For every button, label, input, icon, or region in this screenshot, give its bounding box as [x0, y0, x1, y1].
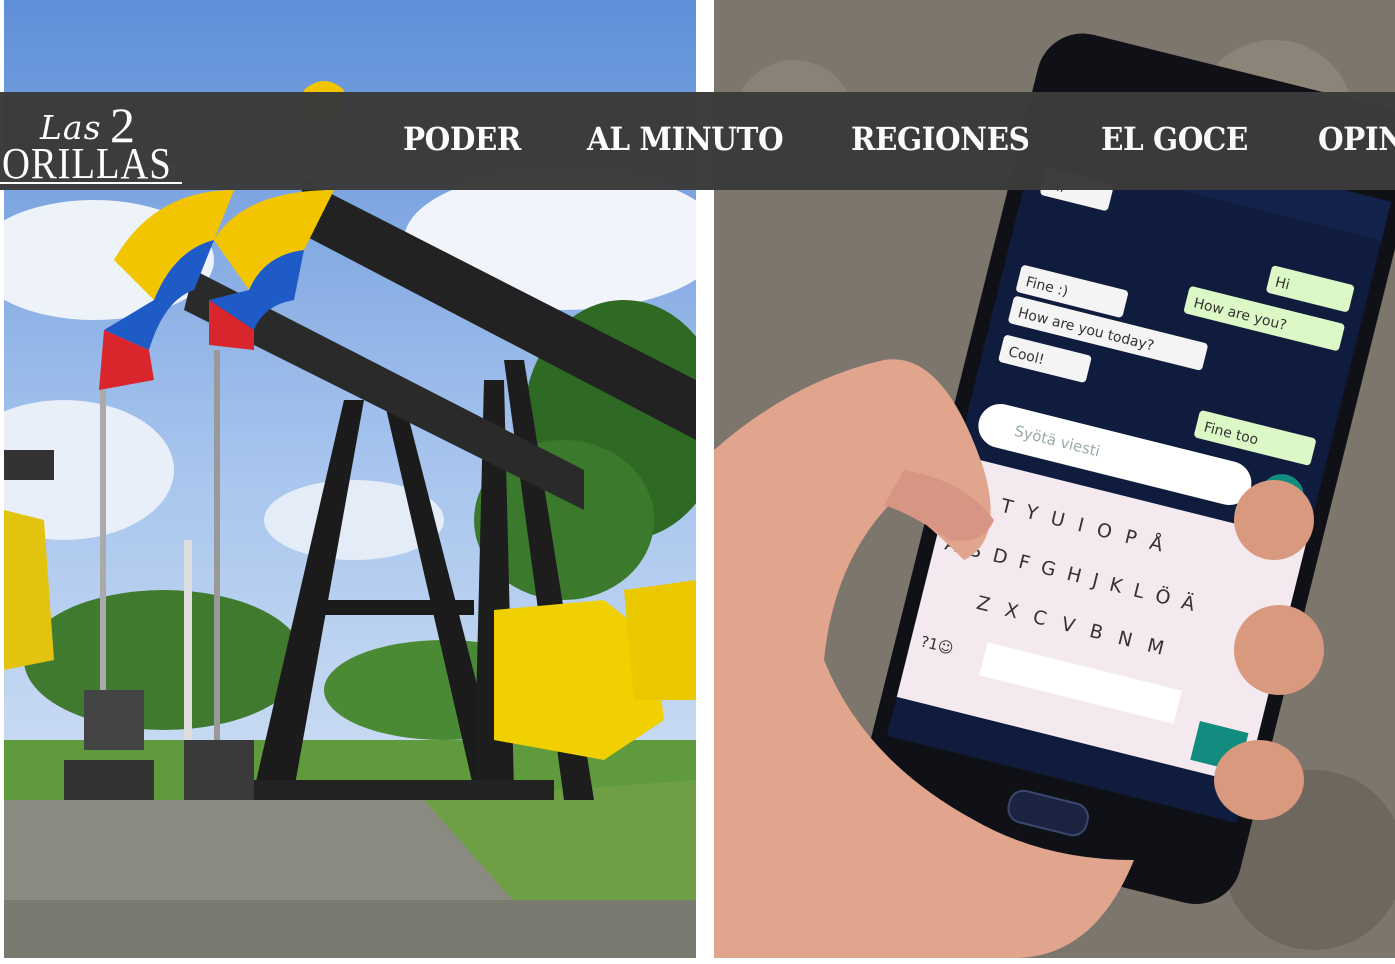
- top-navbar: Las 2 ORILLAS PODER AL MINUTO REGIONES E…: [0, 92, 1395, 190]
- nav-item-al-minuto[interactable]: AL MINUTO: [587, 120, 784, 158]
- logo-underline: [0, 182, 182, 184]
- nav-item-el-goce[interactable]: EL GOCE: [1101, 120, 1248, 158]
- las2orillas-logo[interactable]: Las 2 ORILLAS: [0, 97, 184, 188]
- nav-item-regiones[interactable]: REGIONES: [851, 120, 1030, 158]
- nav-item-poder[interactable]: PODER: [403, 120, 521, 158]
- nav-item-opinion[interactable]: OPIN: [1318, 120, 1395, 158]
